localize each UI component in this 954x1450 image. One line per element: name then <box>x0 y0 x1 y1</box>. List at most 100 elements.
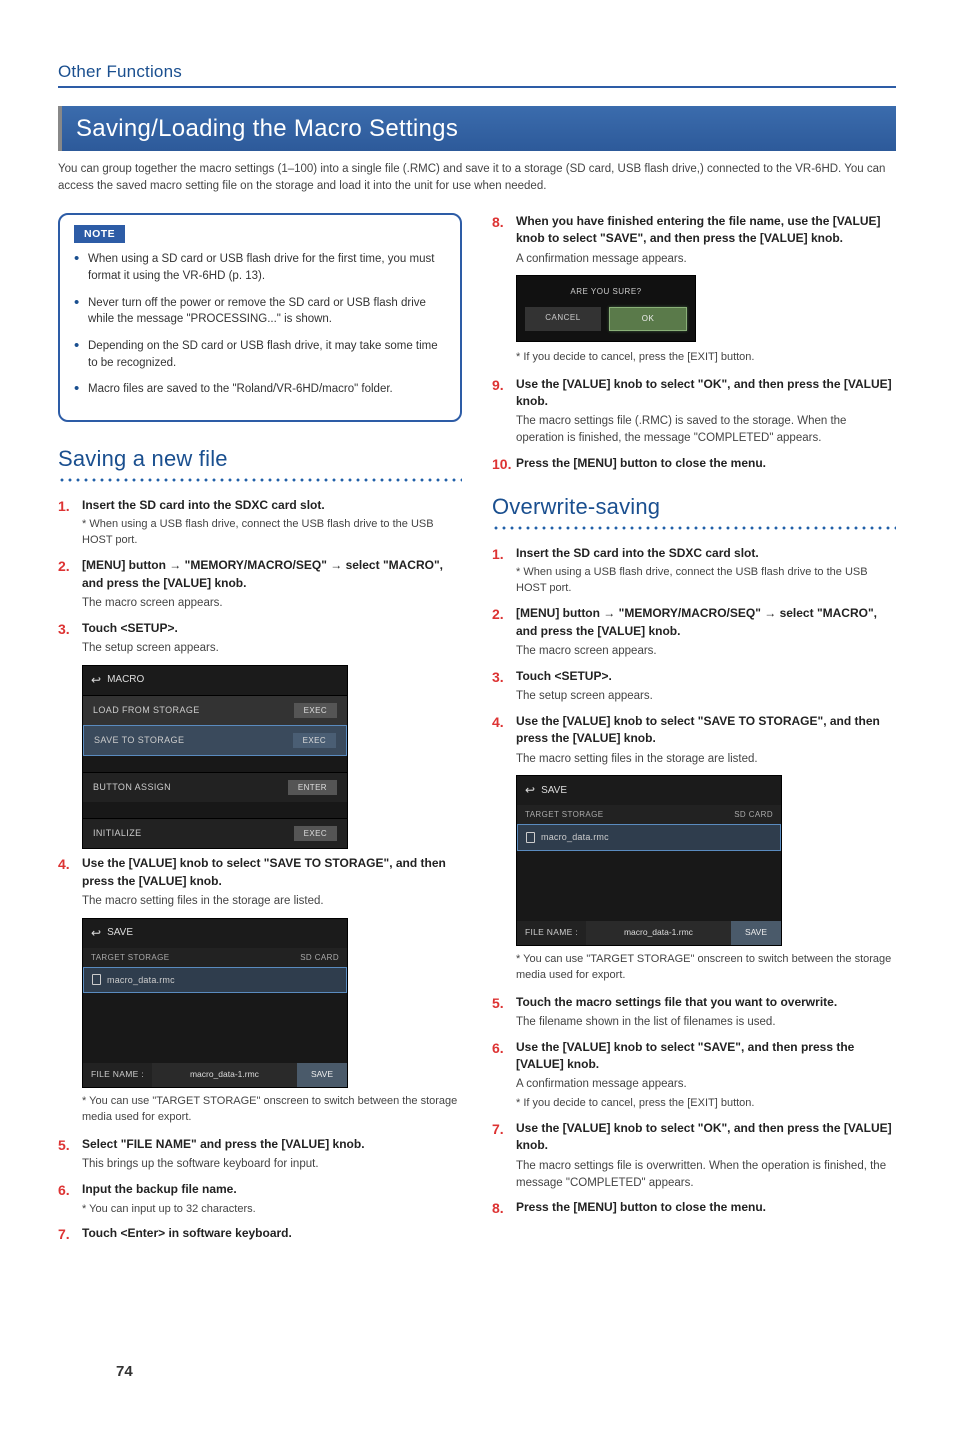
back-icon: ↩ <box>91 925 101 942</box>
step-number: 1. <box>492 545 516 597</box>
screenshot-confirm: ARE YOU SURE? CANCEL OK <box>516 275 696 341</box>
step-subtext: The setup screen appears. <box>516 688 896 705</box>
file-icon <box>526 832 535 843</box>
note-item: When using a SD card or USB flash drive … <box>74 251 446 284</box>
left-column: NOTE When using a SD card or USB flash d… <box>58 213 462 1253</box>
step-number: 2. <box>58 557 82 611</box>
back-icon: ↩ <box>525 782 535 799</box>
step-text: Insert the SD card into the SDXC card sl… <box>516 545 896 562</box>
step-subtext: This brings up the software keyboard for… <box>82 1156 462 1173</box>
step: 6. Input the backup file name. You can i… <box>58 1181 462 1217</box>
step-text: Input the backup file name. <box>82 1181 462 1198</box>
step-text: Press the [MENU] button to close the men… <box>516 1199 896 1216</box>
step-footnote: When using a USB flash drive, connect th… <box>82 517 462 549</box>
intro-paragraph: You can group together the macro setting… <box>58 161 896 194</box>
step: 5. Select "FILE NAME" and press the [VAL… <box>58 1136 462 1173</box>
step-number: 8. <box>492 213 516 267</box>
screenshot-footer: FILE NAME : macro_data-1.rmc SAVE <box>83 1063 347 1087</box>
step-number: 4. <box>492 713 516 767</box>
step-number: 3. <box>492 668 516 705</box>
screenshot-row: LOAD FROM STORAGEEXEC <box>83 695 347 725</box>
step-text: [MENU] button → "MEMORY/MACRO/SEQ" → sel… <box>516 605 896 640</box>
step-number: 6. <box>492 1039 516 1112</box>
subheading-saving-new: Saving a new file <box>58 444 462 475</box>
dot-rule <box>492 525 896 531</box>
step-text: [MENU] button → "MEMORY/MACRO/SEQ" → sel… <box>82 557 462 592</box>
step-footnote: You can use "TARGET STORAGE" onscreen to… <box>516 952 896 984</box>
step-footnote: When using a USB flash drive, connect th… <box>516 565 896 597</box>
step-number: 8. <box>492 1199 516 1219</box>
step-number: 3. <box>58 620 82 657</box>
step: 1. Insert the SD card into the SDXC card… <box>58 497 462 549</box>
back-icon: ↩ <box>91 672 101 689</box>
step: 3. Touch <SETUP>. The setup screen appea… <box>492 668 896 705</box>
step-text: Use the [VALUE] knob to select "SAVE", a… <box>516 1039 896 1074</box>
screenshot-footer: FILE NAME : macro_data-1.rmc SAVE <box>517 921 781 945</box>
note-item: Depending on the SD card or USB flash dr… <box>74 338 446 371</box>
step-text: Select "FILE NAME" and press the [VALUE]… <box>82 1136 462 1153</box>
step: 6. Use the [VALUE] knob to select "SAVE"… <box>492 1039 896 1112</box>
step-text: When you have finished entering the file… <box>516 213 896 248</box>
confirm-cancel-button: CANCEL <box>525 307 601 330</box>
step-footnote: You can input up to 32 characters. <box>82 1202 462 1218</box>
step: 4. Use the [VALUE] knob to select "SAVE … <box>58 855 462 909</box>
step-text: Insert the SD card into the SDXC card sl… <box>82 497 462 514</box>
screenshot-save-button: SAVE <box>297 1063 347 1087</box>
page-number: 74 <box>116 1361 133 1382</box>
screenshot-save: ↩ SAVE TARGET STORAGESD CARD macro_data.… <box>516 775 782 945</box>
step: 3. Touch <SETUP>. The setup screen appea… <box>58 620 462 657</box>
step-subtext: The macro settings file (.RMC) is saved … <box>516 413 896 446</box>
step-subtext: A confirmation message appears. <box>516 1076 896 1093</box>
step-text: Touch <SETUP>. <box>516 668 896 685</box>
screenshot-title: SAVE <box>107 926 133 940</box>
step-subtext: A confirmation message appears. <box>516 251 896 268</box>
step-subtext: The setup screen appears. <box>82 640 462 657</box>
step-number: 7. <box>58 1225 82 1245</box>
screenshot-row-selected: SAVE TO STORAGEEXEC <box>83 725 347 756</box>
note-label: NOTE <box>74 225 125 244</box>
step-number: 1. <box>58 497 82 549</box>
screenshot-row: BUTTON ASSIGNENTER <box>83 772 347 802</box>
step-number: 4. <box>58 855 82 909</box>
step-number: 5. <box>58 1136 82 1173</box>
step-footnote: If you decide to cancel, press the [EXIT… <box>516 350 896 366</box>
step: 7. Touch <Enter> in software keyboard. <box>58 1225 462 1245</box>
step: 1. Insert the SD card into the SDXC card… <box>492 545 896 597</box>
note-item: Macro files are saved to the "Roland/VR-… <box>74 381 446 398</box>
subheading-overwrite: Overwrite-saving <box>492 492 896 523</box>
step-text: Use the [VALUE] knob to select "SAVE TO … <box>516 713 896 748</box>
step: 10. Press the [MENU] button to close the… <box>492 455 896 475</box>
step-text: Press the [MENU] button to close the men… <box>516 455 896 472</box>
step-number: 5. <box>492 994 516 1031</box>
step-subtext: The macro screen appears. <box>516 643 896 660</box>
screenshot-macro-setup: ↩ MACRO LOAD FROM STORAGEEXEC SAVE TO ST… <box>82 665 348 850</box>
step-number: 9. <box>492 376 516 447</box>
step: 2. [MENU] button → "MEMORY/MACRO/SEQ" → … <box>58 557 462 611</box>
step-footnote: If you decide to cancel, press the [EXIT… <box>516 1096 896 1112</box>
screenshot-subbar: TARGET STORAGESD CARD <box>517 805 781 824</box>
step-text: Use the [VALUE] knob to select "OK", and… <box>516 376 896 411</box>
step-text: Touch <Enter> in software keyboard. <box>82 1225 462 1242</box>
screenshot-header: ↩ MACRO <box>83 666 347 695</box>
step: 8. When you have finished entering the f… <box>492 213 896 267</box>
step-text: Use the [VALUE] knob to select "SAVE TO … <box>82 855 462 890</box>
screenshot-save: ↩ SAVE TARGET STORAGESD CARD macro_data.… <box>82 918 348 1088</box>
step-subtext: The macro settings file is overwritten. … <box>516 1158 896 1191</box>
step-subtext: The macro setting files in the storage a… <box>82 893 462 910</box>
step: 5. Touch the macro settings file that yo… <box>492 994 896 1031</box>
section-header: Other Functions <box>58 60 896 88</box>
note-box: NOTE When using a SD card or USB flash d… <box>58 213 462 422</box>
screenshot-file-row: macro_data.rmc <box>517 824 781 851</box>
file-icon <box>92 974 101 985</box>
step: 4. Use the [VALUE] knob to select "SAVE … <box>492 713 896 767</box>
step: 8. Press the [MENU] button to close the … <box>492 1199 896 1219</box>
screenshot-title: SAVE <box>541 784 567 798</box>
screenshot-row: INITIALIZEEXEC <box>83 818 347 848</box>
step: 2. [MENU] button → "MEMORY/MACRO/SEQ" → … <box>492 605 896 659</box>
screenshot-header: ↩ SAVE <box>83 919 347 948</box>
step: 9. Use the [VALUE] knob to select "OK", … <box>492 376 896 447</box>
screenshot-title: MACRO <box>107 673 144 687</box>
step-footnote: You can use "TARGET STORAGE" onscreen to… <box>82 1094 462 1126</box>
screenshot-file-row: macro_data.rmc <box>83 967 347 994</box>
step-subtext: The macro screen appears. <box>82 595 462 612</box>
